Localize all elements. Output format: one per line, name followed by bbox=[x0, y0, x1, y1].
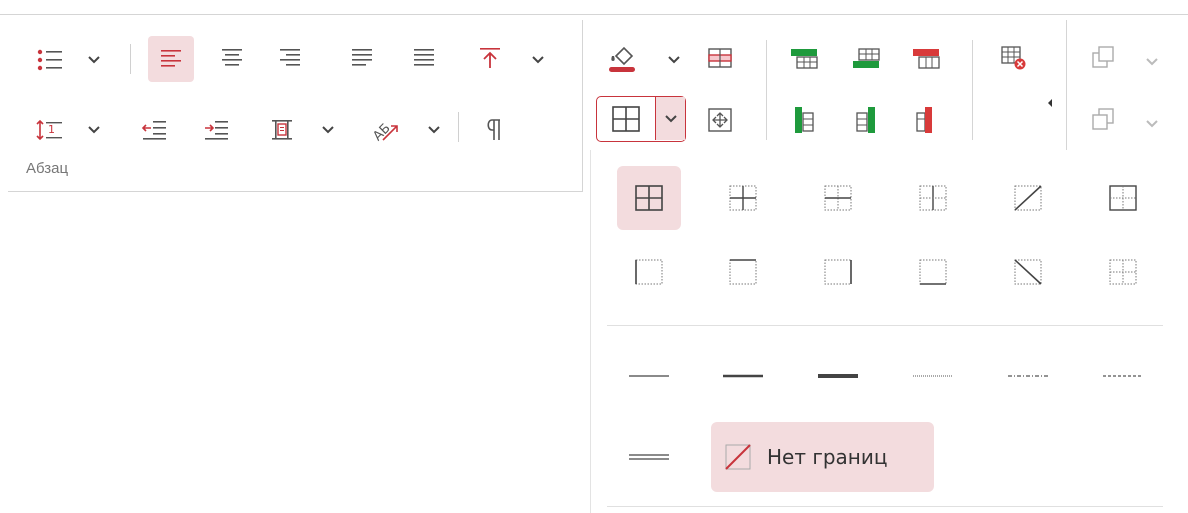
bottom-border-icon[interactable] bbox=[901, 240, 965, 304]
line-style-dotted[interactable] bbox=[901, 356, 965, 396]
inner-horizontal-border-icon[interactable] bbox=[806, 166, 870, 230]
no-borders-label: Нет границ bbox=[767, 445, 888, 469]
group-separator bbox=[1066, 20, 1067, 150]
align-left-icon[interactable] bbox=[148, 36, 194, 82]
right-border-icon[interactable] bbox=[806, 240, 870, 304]
line-style-dash-dot[interactable] bbox=[996, 356, 1060, 396]
separator bbox=[130, 44, 131, 74]
inner-vertical-border-icon[interactable] bbox=[901, 166, 965, 230]
svg-text:1: 1 bbox=[48, 123, 55, 136]
insert-row-above-icon[interactable] bbox=[784, 38, 824, 78]
diagonal-up-border-icon[interactable] bbox=[996, 166, 1060, 230]
move-table-icon[interactable] bbox=[700, 100, 740, 140]
left-border-icon[interactable] bbox=[617, 240, 681, 304]
bring-forward-icon[interactable] bbox=[1084, 38, 1124, 78]
cell-borders-button[interactable] bbox=[596, 96, 686, 142]
chevron-down-icon[interactable] bbox=[84, 120, 104, 140]
insert-column-left-icon[interactable] bbox=[784, 100, 824, 140]
divider bbox=[607, 506, 1163, 507]
separator bbox=[972, 40, 973, 140]
bullet-list-icon[interactable] bbox=[30, 40, 70, 80]
separator bbox=[766, 40, 767, 140]
divider bbox=[607, 325, 1163, 326]
line-style-thin[interactable] bbox=[617, 356, 681, 396]
inner-borders-icon[interactable] bbox=[711, 166, 775, 230]
no-border-icon bbox=[725, 444, 751, 470]
insert-column-right-icon[interactable] bbox=[846, 100, 886, 140]
align-center-icon[interactable] bbox=[212, 38, 252, 78]
cell-margins-icon[interactable] bbox=[262, 110, 302, 150]
pilcrow-icon[interactable] bbox=[474, 110, 514, 150]
all-borders-icon[interactable] bbox=[617, 166, 681, 230]
distributed-icon[interactable] bbox=[404, 38, 444, 78]
collapse-arrow-icon[interactable] bbox=[1046, 96, 1054, 108]
chevron-down-icon[interactable] bbox=[318, 120, 338, 140]
chevron-down-icon[interactable] bbox=[664, 50, 684, 70]
select-table-icon[interactable] bbox=[700, 38, 740, 78]
diagonal-down-border-icon[interactable] bbox=[996, 240, 1060, 304]
chevron-down-icon[interactable] bbox=[84, 50, 104, 70]
delete-column-icon[interactable] bbox=[906, 100, 946, 140]
outside-borders-icon[interactable] bbox=[1091, 166, 1155, 230]
no-visible-borders-icon[interactable] bbox=[1091, 240, 1155, 304]
chevron-down-icon[interactable] bbox=[1142, 114, 1162, 134]
increase-indent-icon[interactable] bbox=[196, 110, 236, 150]
chevron-down-icon[interactable] bbox=[655, 97, 685, 140]
delete-table-icon[interactable] bbox=[994, 38, 1034, 78]
insert-row-below-icon[interactable] bbox=[846, 38, 886, 78]
decrease-indent-icon[interactable] bbox=[134, 110, 174, 150]
group-label-paragraph: Абзац bbox=[26, 160, 69, 177]
separator bbox=[458, 112, 459, 142]
all-borders-icon[interactable] bbox=[597, 97, 655, 140]
vertical-align-top-icon[interactable] bbox=[470, 38, 510, 78]
align-right-icon[interactable] bbox=[270, 38, 310, 78]
no-borders-button[interactable]: Нет границ bbox=[711, 422, 934, 492]
chevron-down-icon[interactable] bbox=[528, 50, 548, 70]
line-style-thick[interactable] bbox=[806, 356, 870, 396]
chevron-down-icon[interactable] bbox=[1142, 52, 1162, 72]
borders-dropdown: Нет границ bbox=[590, 150, 1188, 513]
chevron-down-icon[interactable] bbox=[424, 120, 444, 140]
top-border-icon[interactable] bbox=[711, 240, 775, 304]
group-separator bbox=[582, 20, 583, 192]
line-style-double[interactable] bbox=[617, 437, 681, 477]
line-style-medium[interactable] bbox=[711, 356, 775, 396]
ribbon-top-border bbox=[0, 14, 1188, 15]
justify-icon[interactable] bbox=[342, 38, 382, 78]
send-backward-icon[interactable] bbox=[1084, 100, 1124, 140]
group-divider bbox=[8, 191, 582, 192]
line-style-dashed[interactable] bbox=[1091, 356, 1155, 396]
fill-color-icon[interactable] bbox=[600, 36, 644, 80]
delete-row-icon[interactable] bbox=[906, 38, 946, 78]
line-spacing-icon[interactable]: 1 bbox=[30, 110, 70, 150]
text-direction-icon[interactable]: АБ bbox=[362, 106, 408, 150]
